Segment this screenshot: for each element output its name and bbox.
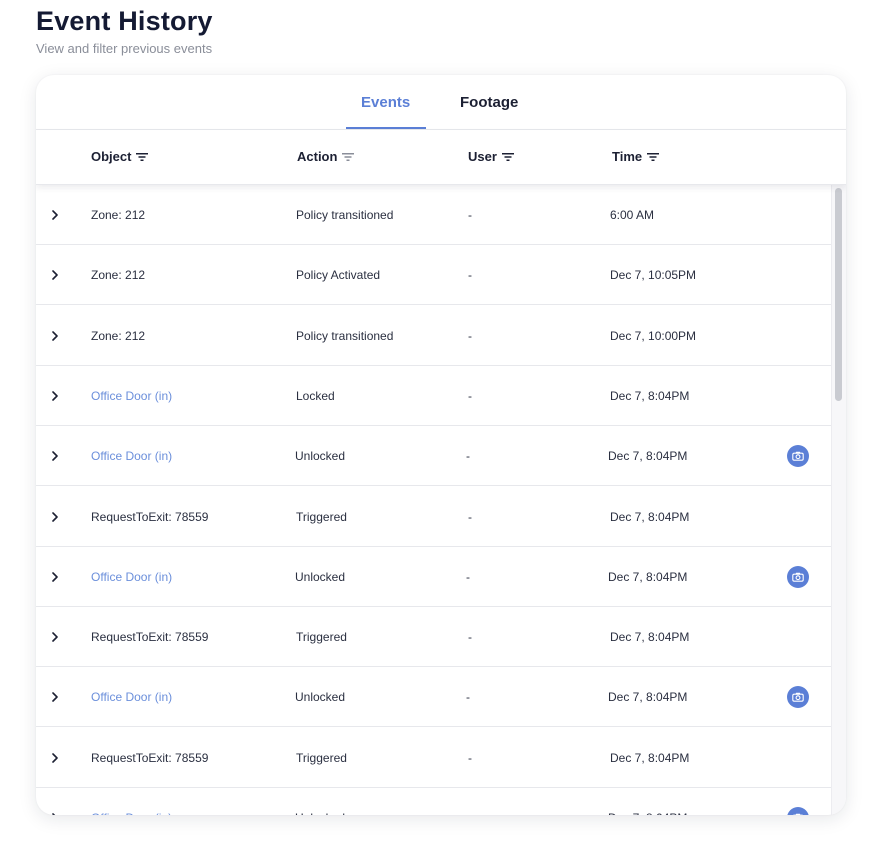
events-card: Events Footage Object Action User Time Z… xyxy=(36,75,846,815)
chevron-right-icon[interactable] xyxy=(50,306,60,366)
camera-icon[interactable] xyxy=(787,445,809,468)
event-user: - xyxy=(468,328,472,343)
column-header-time[interactable]: Time xyxy=(612,149,660,164)
event-time: Dec 7, 8:04PM xyxy=(610,509,690,524)
event-time: Dec 7, 8:04PM xyxy=(608,569,688,584)
event-user: - xyxy=(466,449,470,464)
column-header-action[interactable]: Action xyxy=(297,149,355,164)
camera-icon[interactable] xyxy=(787,807,809,815)
event-user: - xyxy=(466,788,470,815)
chevron-right-icon[interactable] xyxy=(50,487,60,547)
page-title: Event History xyxy=(36,6,213,36)
event-user: - xyxy=(468,268,472,283)
table-row[interactable]: Zone: 212 Policy transitioned - Dec 7, 1… xyxy=(36,306,831,366)
event-time: 6:00 AM xyxy=(610,208,655,222)
event-user: - xyxy=(466,569,470,584)
event-user: - xyxy=(468,388,472,403)
column-header-user[interactable]: User xyxy=(468,149,514,164)
event-object-link[interactable]: Office Door (in) xyxy=(91,366,172,426)
event-time: Dec 7, 10:05PM xyxy=(610,268,697,283)
page-subtitle: View and filter previous events xyxy=(36,41,213,56)
event-user: - xyxy=(468,509,472,524)
chevron-right-icon[interactable] xyxy=(50,728,60,788)
event-action: Unlocked xyxy=(295,690,346,705)
tab-events[interactable]: Events xyxy=(361,94,410,111)
event-action: Locked xyxy=(296,388,335,403)
event-action: Policy transitioned xyxy=(296,208,394,222)
camera-icon[interactable] xyxy=(787,686,809,709)
table-row[interactable]: RequestToExit: 78559 Triggered - Dec 7, … xyxy=(36,607,831,668)
event-action: Unlocked xyxy=(295,449,346,464)
column-label-object: Object xyxy=(91,149,132,164)
chevron-right-icon[interactable] xyxy=(50,607,60,667)
event-time: Dec 7, 8:04PM xyxy=(608,788,687,815)
column-label-user: User xyxy=(468,149,497,164)
scrollbar-thumb[interactable] xyxy=(835,188,842,401)
filter-icon xyxy=(342,152,355,161)
event-object: RequestToExit: 78559 xyxy=(91,750,209,765)
tab-footage[interactable]: Footage xyxy=(460,94,518,111)
table-row[interactable]: Office Door (in) Unlocked - Dec 7, 8:04P… xyxy=(36,667,831,728)
camera-button[interactable] xyxy=(787,667,809,727)
event-time: Dec 7, 8:04PM xyxy=(610,388,690,403)
table-header: Object Action User Time xyxy=(36,130,846,185)
event-action: Triggered xyxy=(296,750,347,765)
event-object: Zone: 212 xyxy=(91,268,146,283)
column-label-time: Time xyxy=(612,149,643,164)
chevron-right-icon[interactable] xyxy=(50,185,60,245)
event-action: Triggered xyxy=(296,630,347,645)
event-time: Dec 7, 8:04PM xyxy=(610,750,690,765)
camera-button[interactable] xyxy=(787,547,809,607)
table-row[interactable]: Office Door (in) Locked - Dec 7, 8:04PM xyxy=(36,366,831,426)
filter-icon xyxy=(136,152,149,161)
event-action: Policy transitioned xyxy=(296,328,394,343)
chevron-right-icon[interactable] xyxy=(50,667,60,727)
event-object: RequestToExit: 78559 xyxy=(91,630,209,645)
chevron-right-icon[interactable] xyxy=(50,426,60,486)
event-action: Unlocked xyxy=(295,788,345,815)
event-object-link[interactable]: Office Door (in) xyxy=(91,788,172,815)
event-user: - xyxy=(468,630,472,645)
event-action: Unlocked xyxy=(295,569,346,584)
table-row[interactable]: RequestToExit: 78559 Triggered - Dec 7, … xyxy=(36,728,831,788)
camera-icon[interactable] xyxy=(787,565,809,588)
active-tab-indicator xyxy=(346,127,426,129)
chevron-right-icon[interactable] xyxy=(50,366,60,426)
event-user: - xyxy=(468,208,472,222)
table-row[interactable]: Office Door (in) Unlocked - Dec 7, 8:04P… xyxy=(36,426,831,487)
table-row[interactable]: Zone: 212 Policy transitioned - 6:00 AM xyxy=(36,185,831,245)
chevron-right-icon[interactable] xyxy=(50,547,60,607)
table-row[interactable]: Office Door (in) Unlocked - Dec 7, 8:04P… xyxy=(36,788,831,815)
tab-bar: Events Footage xyxy=(36,75,846,130)
camera-button[interactable] xyxy=(787,426,809,486)
chevron-right-icon[interactable] xyxy=(50,788,60,815)
table-row[interactable]: RequestToExit: 78559 Triggered - Dec 7, … xyxy=(36,487,831,547)
event-object-link[interactable]: Office Door (in) xyxy=(91,667,172,727)
event-action: Triggered xyxy=(296,509,347,524)
filter-icon xyxy=(501,152,514,161)
event-user: - xyxy=(466,690,470,705)
filter-icon xyxy=(647,152,660,161)
event-object-link[interactable]: Office Door (in) xyxy=(91,547,172,607)
event-time: Dec 7, 8:04PM xyxy=(608,690,688,705)
event-user: - xyxy=(468,750,472,765)
event-object: RequestToExit: 78559 xyxy=(91,509,209,524)
event-list: Zone: 212 Policy transitioned - 6:00 AM … xyxy=(36,185,831,815)
column-label-action: Action xyxy=(297,149,338,164)
table-row[interactable]: Office Door (in) Unlocked - Dec 7, 8:04P… xyxy=(36,547,831,607)
table-row[interactable]: Zone: 212 Policy Activated - Dec 7, 10:0… xyxy=(36,245,831,306)
column-header-object[interactable]: Object xyxy=(91,149,149,164)
event-object: Zone: 212 xyxy=(91,328,146,343)
event-object: Zone: 212 xyxy=(91,208,146,222)
chevron-right-icon[interactable] xyxy=(50,245,60,305)
event-time: Dec 7, 10:00PM xyxy=(610,328,697,343)
scrollbar[interactable] xyxy=(831,185,846,815)
event-object-link[interactable]: Office Door (in) xyxy=(91,426,172,486)
camera-button[interactable] xyxy=(787,788,809,815)
event-time: Dec 7, 8:04PM xyxy=(610,630,690,645)
event-action: Policy Activated xyxy=(296,268,381,283)
event-time: Dec 7, 8:04PM xyxy=(608,449,688,464)
